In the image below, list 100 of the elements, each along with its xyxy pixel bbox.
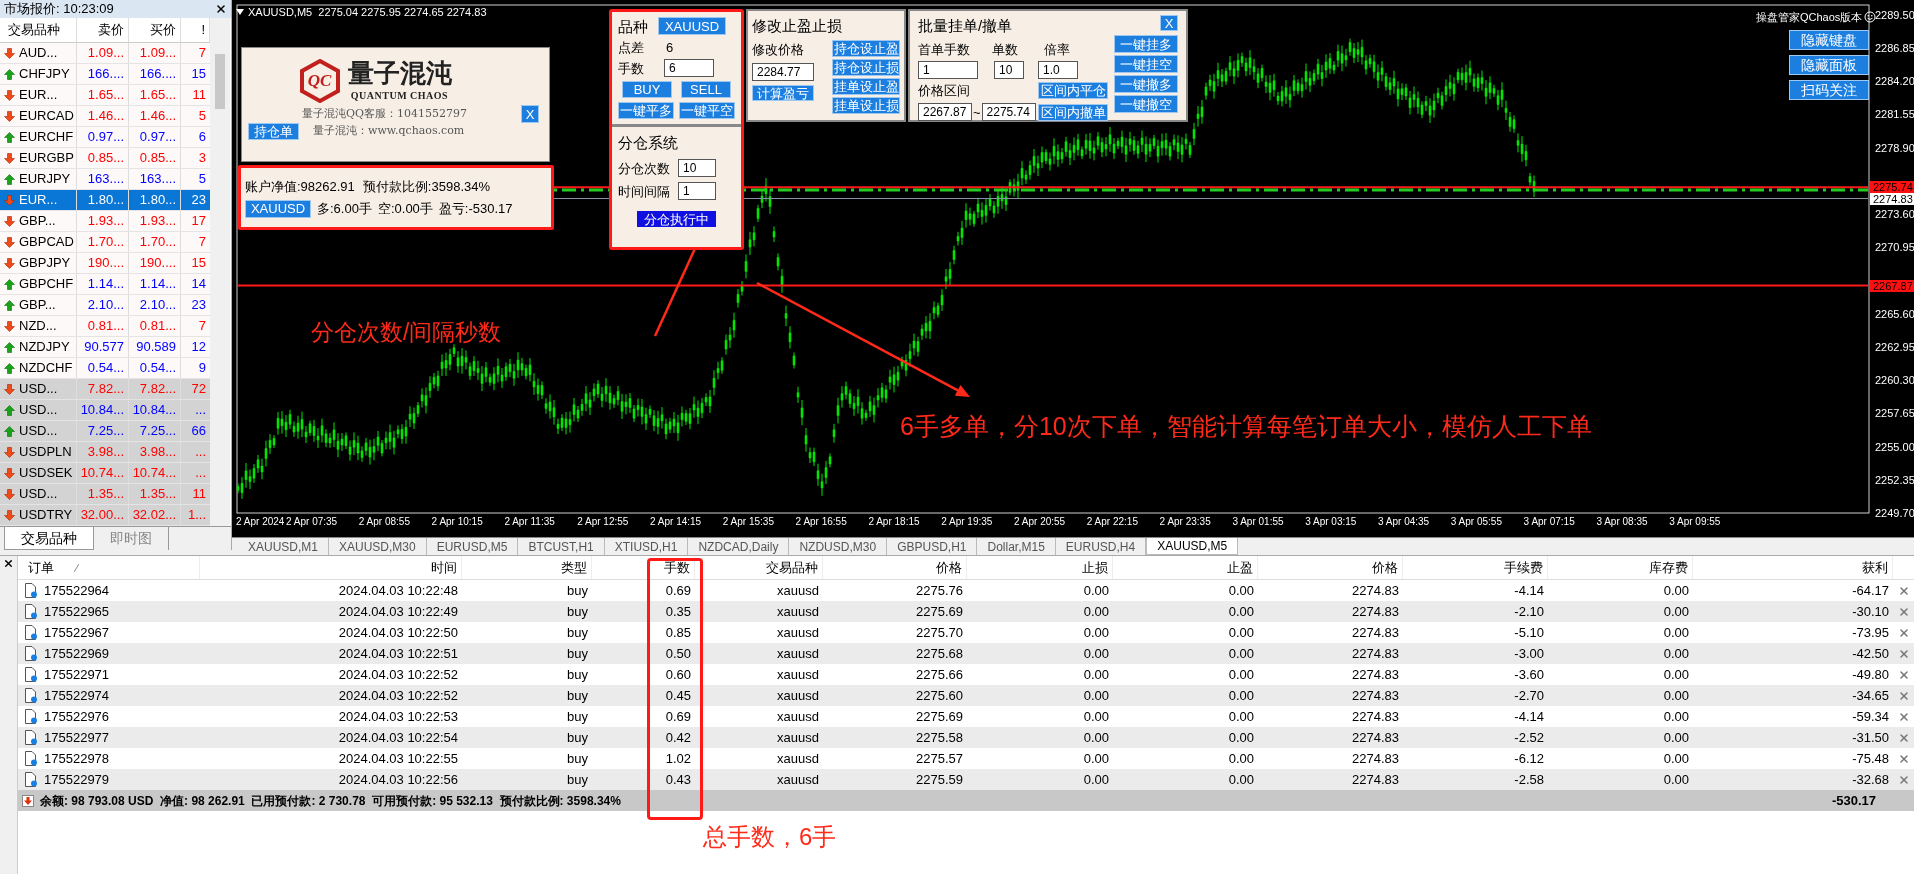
- panel-tab[interactable]: 交易品种: [4, 527, 94, 550]
- quote-row[interactable]: USD... 1.35... 1.35... 11: [0, 484, 210, 505]
- column-header[interactable]: 获利: [1693, 556, 1893, 579]
- quote-row[interactable]: GBP... 2.10... 2.10... 23: [0, 295, 210, 316]
- side-button[interactable]: 扫码关注: [1789, 80, 1869, 100]
- pending-order-button[interactable]: 一键撤空: [1114, 95, 1178, 113]
- column-header[interactable]: 止盈: [1113, 556, 1258, 579]
- scrollbar[interactable]: [210, 18, 230, 526]
- quote-row[interactable]: CHFJPY 166.... 166.... 15: [0, 64, 210, 85]
- document-icon: [24, 667, 38, 682]
- quote-row[interactable]: GBPJPY 190.... 190.... 15: [0, 253, 210, 274]
- quote-row[interactable]: USD... 7.82... 7.82... 72: [0, 379, 210, 400]
- table-cell-text: 175522976: [44, 707, 110, 726]
- quote-row[interactable]: EUR... 1.65... 1.65... 11: [0, 85, 210, 106]
- quote-row[interactable]: EUR... 1.80... 1.80... 23: [0, 190, 210, 211]
- lots-field[interactable]: 6: [664, 59, 714, 77]
- sltp-button[interactable]: 挂单设止损: [832, 96, 900, 114]
- column-header[interactable]: 手续费: [1403, 556, 1548, 579]
- spread-cell-text: 12: [191, 338, 206, 357]
- close-button[interactable]: X: [1160, 15, 1178, 31]
- range-high-field[interactable]: 2275.74: [981, 103, 1036, 122]
- bid-cell-text: 7.25...: [87, 422, 124, 441]
- quote-row[interactable]: USD... 7.25... 7.25... 66: [0, 421, 210, 442]
- column-header[interactable]: 价格: [1258, 556, 1403, 579]
- quote-row[interactable]: AUD... 1.09... 1.09... 7: [0, 43, 210, 64]
- column-header[interactable]: 手数: [592, 556, 695, 579]
- quote-row[interactable]: GBPCHF 1.14... 1.14... 14: [0, 274, 210, 295]
- close-icon[interactable]: [215, 3, 227, 15]
- document-icon: [24, 772, 38, 787]
- pending-order-button[interactable]: 一键挂多: [1114, 35, 1178, 53]
- quote-row[interactable]: EURCAD 1.46... 1.46... 5: [0, 106, 210, 127]
- side-button[interactable]: 隐藏面板: [1789, 55, 1869, 75]
- first-lots-field[interactable]: 1: [918, 61, 978, 79]
- ask-cell-text: 0.97...: [139, 128, 176, 147]
- order-count-field[interactable]: 10: [994, 61, 1024, 79]
- symbol-cell-text: GBPCAD: [19, 233, 74, 252]
- quote-row[interactable]: USDSEK 10.74... 10.74... ...: [0, 463, 210, 484]
- close-icon[interactable]: [3, 558, 14, 569]
- symbol-cell-text: NZD...: [19, 317, 57, 336]
- column-header[interactable]: 卖价: [77, 18, 129, 42]
- sltp-button[interactable]: 挂单设止盈: [832, 77, 900, 95]
- calc-button[interactable]: 计算盈亏: [752, 85, 814, 101]
- table-cell-text: -42.50: [1852, 644, 1889, 663]
- bid-cell-text: 10.74...: [80, 464, 124, 483]
- quote-row[interactable]: NZDJPY 90.577 90.589 12: [0, 337, 210, 358]
- price-tag: 2267.87: [1870, 279, 1914, 292]
- quote-row[interactable]: NZDCHF 0.54... 0.54... 9: [0, 358, 210, 379]
- symbol-button[interactable]: XAUUSD: [658, 17, 726, 35]
- quote-row[interactable]: USD... 10.84... 10.84... ...: [0, 400, 210, 421]
- close-button[interactable]: X: [521, 105, 539, 123]
- table-cell-text: -31.50: [1852, 728, 1889, 747]
- close-long-button[interactable]: 一键平多: [618, 101, 674, 119]
- column-header[interactable]: 买价: [129, 18, 181, 42]
- quote-row[interactable]: GBP... 1.93... 1.93... 17: [0, 211, 210, 232]
- spread-cell-text: 15: [191, 65, 206, 84]
- quote-row[interactable]: EURCHF 0.97... 0.97... 6: [0, 127, 210, 148]
- quote-row[interactable]: USDTRY 32.00... 32.02... 1...: [0, 505, 210, 526]
- range-button[interactable]: 区间内撤单: [1038, 103, 1108, 121]
- quote-row[interactable]: USDPLN 3.98... 3.98... ...: [0, 442, 210, 463]
- range-button[interactable]: 区间内平仓: [1038, 82, 1108, 100]
- range-low-field[interactable]: 2267.87: [918, 103, 972, 122]
- column-header[interactable]: 类型: [462, 556, 592, 579]
- time-axis-label: 2 Apr 22:15: [1086, 516, 1138, 528]
- split-run-button[interactable]: 分仓执行中: [637, 211, 716, 227]
- quote-row[interactable]: NZD... 0.81... 0.81... 7: [0, 316, 210, 337]
- quote-row[interactable]: GBPCAD 1.70... 1.70... 7: [0, 232, 210, 253]
- interval-field[interactable]: 1: [678, 182, 716, 200]
- pending-order-button[interactable]: 一键撤多: [1114, 75, 1178, 93]
- quote-row[interactable]: EURGBP 0.85... 0.85... 3: [0, 148, 210, 169]
- order-row[interactable]: 175522969 2024.04.03 10:22:51 buy 0.50 xauusd 2275.68 0.00 0.00 2274.83 -3.00 0.00 -42.50: [18, 643, 1914, 664]
- dropdown-triangle-icon[interactable]: [236, 9, 244, 16]
- order-row[interactable]: 175522974 2024.04.03 10:22:52 buy 0.45 xauusd 2275.60 0.00 0.00 2274.83 -2.70 0.00 -34.65: [18, 685, 1914, 706]
- column-header[interactable]: 库存费: [1548, 556, 1693, 579]
- order-row[interactable]: 175522965 2024.04.03 10:22:49 buy 0.35 xauusd 2275.69 0.00 0.00 2274.83 -2.10 0.00 -30.10: [18, 601, 1914, 622]
- table-cell-text: -6.12: [1514, 749, 1544, 768]
- buy-button[interactable]: BUY: [622, 80, 672, 98]
- column-header[interactable]: 价格: [823, 556, 967, 579]
- price-field[interactable]: 2284.77: [752, 63, 814, 81]
- column-header[interactable]: 时间: [200, 556, 462, 579]
- side-button[interactable]: 隐藏键盘: [1789, 30, 1869, 50]
- sltp-button[interactable]: 持仓设止盈: [832, 39, 900, 57]
- column-header[interactable]: 交易品种: [0, 18, 77, 42]
- sltp-button[interactable]: 持仓设止损: [832, 58, 900, 76]
- order-row[interactable]: 175522979 2024.04.03 10:22:56 buy 0.43 xauusd 2275.59 0.00 0.00 2274.83 -2.58 0.00 -32.68: [18, 769, 1914, 790]
- quote-row[interactable]: EURJPY 163.... 163.... 5: [0, 169, 210, 190]
- positions-button[interactable]: 持仓单: [248, 123, 299, 140]
- pending-order-button[interactable]: 一键挂空: [1114, 55, 1178, 73]
- multiplier-field[interactable]: 1.0: [1038, 61, 1078, 79]
- sell-button[interactable]: SELL: [681, 80, 731, 98]
- symbol-button[interactable]: XAUUSD: [245, 199, 311, 218]
- order-row[interactable]: 175522977 2024.04.03 10:22:54 buy 0.42 xauusd 2275.58 0.00 0.00 2274.83 -2.52 0.00 -31.50: [18, 727, 1914, 748]
- scroll-thumb[interactable]: [215, 54, 225, 109]
- bid-cell-text: 0.54...: [87, 359, 124, 378]
- close-short-button[interactable]: 一键平空: [679, 101, 735, 119]
- column-header[interactable]: 交易品种: [695, 556, 823, 579]
- symbol-cell-text: NZDCHF: [19, 359, 73, 378]
- split-count-field[interactable]: 10: [678, 159, 716, 177]
- chart-tab[interactable]: XAUUSD,M5: [1146, 538, 1239, 555]
- time-axis-label: 2 Apr 11:35: [504, 516, 555, 528]
- column-header[interactable]: 止损: [967, 556, 1113, 579]
